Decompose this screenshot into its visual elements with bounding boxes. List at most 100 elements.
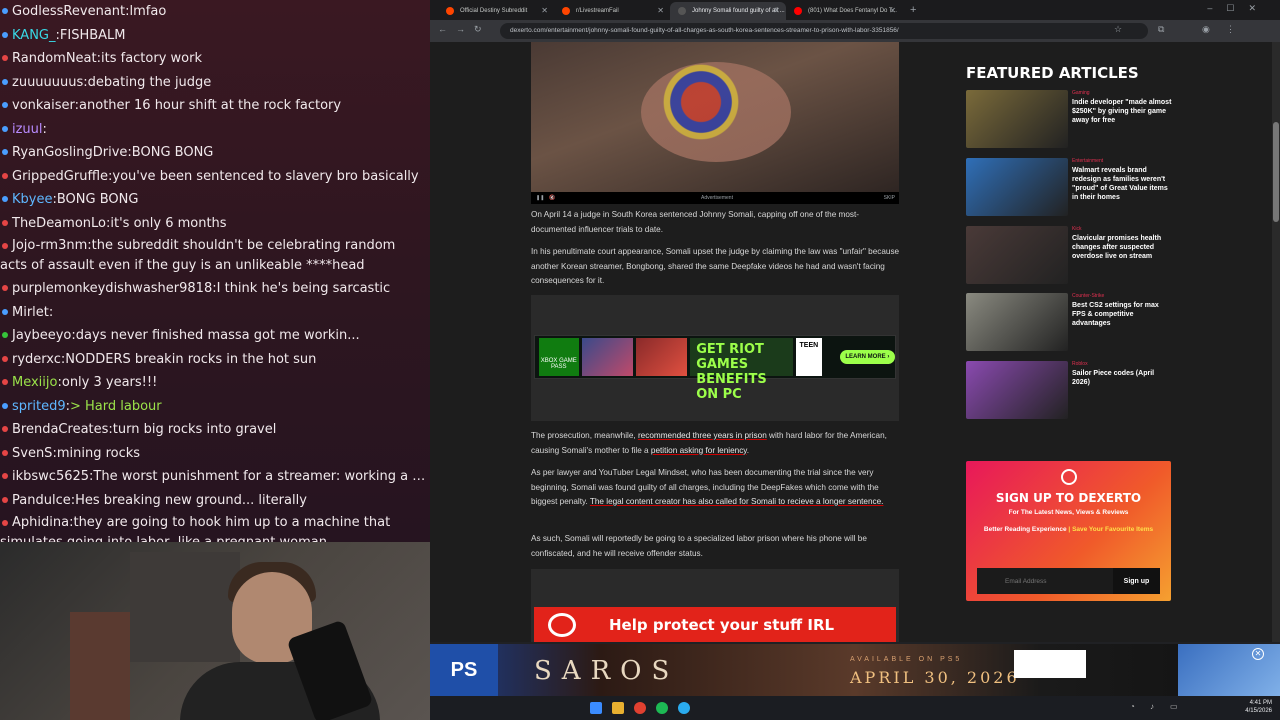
chat-username[interactable]: Mexiijo bbox=[12, 375, 57, 390]
chat-text: you've been sentenced to slavery bro bas… bbox=[112, 168, 419, 184]
badge-icon bbox=[2, 55, 8, 61]
featured-article-card[interactable]: Entertainment Walmart reveals brand redes… bbox=[966, 158, 1172, 218]
longer-sentence-link[interactable]: The legal content creator has also calle… bbox=[590, 497, 884, 506]
article-thumbnail[interactable] bbox=[966, 226, 1068, 284]
chat-username[interactable]: TheDeamonLo bbox=[12, 216, 106, 231]
article-thumbnail[interactable] bbox=[966, 293, 1068, 351]
recommended-link[interactable]: recommended three years in prison bbox=[638, 431, 767, 440]
featured-article-card[interactable]: Kick Clavicular promises health changes a… bbox=[966, 226, 1172, 286]
article-title[interactable]: Clavicular promises health changes after… bbox=[1072, 234, 1172, 261]
close-tab-icon[interactable]: ✕ bbox=[773, 2, 780, 20]
back-icon[interactable]: ← bbox=[438, 24, 447, 34]
browser-window: Official Destiny Subreddit ✕ r/Livestream… bbox=[430, 0, 1280, 720]
chat-username[interactable]: GrippedGruffle bbox=[12, 169, 108, 184]
menu-icon[interactable]: ⋮ bbox=[1226, 24, 1235, 35]
scrollbar-thumb[interactable] bbox=[1273, 122, 1279, 222]
clock[interactable]: 4:41 PM 4/15/2026 bbox=[1245, 699, 1272, 715]
sound-icon[interactable]: ♪ bbox=[1150, 702, 1154, 711]
chat-username[interactable]: SvenS bbox=[12, 446, 52, 461]
chat-username[interactable]: izuul bbox=[12, 122, 43, 137]
chat-username[interactable]: ryderxc bbox=[12, 352, 61, 367]
chat-username[interactable]: Jaybeeyo bbox=[12, 328, 71, 343]
chat-username[interactable]: Kbyee bbox=[12, 192, 52, 207]
learn-more-button[interactable]: LEARN MORE › bbox=[839, 350, 895, 364]
chat-username[interactable]: BrendaCreates bbox=[12, 422, 108, 437]
article-thumbnail[interactable] bbox=[966, 361, 1068, 419]
article-category: Entertainment bbox=[1072, 158, 1104, 164]
insurance-ad[interactable]: Help protect your stuff IRL bbox=[534, 607, 896, 642]
battery-icon[interactable]: ▭ bbox=[1170, 702, 1178, 711]
chat-username[interactable]: Jojo-rm3nm bbox=[12, 238, 87, 253]
separator: : bbox=[48, 304, 54, 320]
perk-text: Better Reading Experience bbox=[983, 526, 1067, 533]
chat-message: Aphidina:they are going to hook him up t… bbox=[0, 512, 430, 542]
xbox-logo: XBOX GAME PASS bbox=[539, 338, 579, 376]
signup-button[interactable]: Sign up bbox=[1113, 568, 1160, 594]
tab-destiny-subreddit[interactable]: Official Destiny Subreddit ✕ bbox=[438, 2, 554, 20]
chat-username[interactable]: ikbswc5625 bbox=[12, 469, 89, 484]
tab-johnny-somali[interactable]: Johnny Somali found guilty of all ... ✕ bbox=[670, 2, 786, 20]
mute-icon[interactable]: 🔇 bbox=[549, 192, 555, 204]
extension-icon[interactable]: ⧉ bbox=[1158, 24, 1164, 35]
chat-username[interactable]: Aphidina bbox=[12, 515, 69, 530]
skip-button[interactable]: SKIP bbox=[884, 192, 895, 204]
wifi-icon[interactable]: ◔ bbox=[1130, 702, 1135, 711]
tab-livestreamfail[interactable]: r/LivestreamFail ✕ bbox=[554, 2, 670, 20]
article-thumbnail[interactable] bbox=[966, 90, 1068, 148]
reload-icon[interactable]: ↻ bbox=[474, 24, 482, 35]
chat-username[interactable]: zuuuuuuus bbox=[12, 75, 83, 90]
profile-icon[interactable]: ◉ bbox=[1202, 24, 1210, 35]
file-explorer-icon[interactable] bbox=[612, 702, 624, 714]
chat-username[interactable]: purplemonkeydishwasher9818 bbox=[12, 281, 212, 296]
article-thumbnail[interactable] bbox=[966, 158, 1068, 216]
article-title[interactable]: Indie developer "made almost $250K" by g… bbox=[1072, 98, 1172, 125]
close-ad-icon[interactable]: ✕ bbox=[1252, 648, 1264, 660]
article-title[interactable]: Best CS2 settings for max FPS & competit… bbox=[1072, 301, 1172, 328]
close-tab-icon[interactable]: ✕ bbox=[541, 2, 548, 20]
email-field[interactable] bbox=[977, 568, 1113, 594]
saros-ad-banner[interactable]: PS SAROS AVAILABLE ON PS5 APRIL 30, 2026… bbox=[430, 644, 1280, 696]
badge-icon bbox=[2, 125, 8, 132]
close-tab-icon[interactable]: ✕ bbox=[657, 2, 664, 20]
new-tab-icon[interactable]: + bbox=[910, 4, 916, 16]
featured-article-card[interactable]: Counter-Strike Best CS2 settings for max … bbox=[966, 293, 1172, 353]
chat-username[interactable]: GodlessRevenant bbox=[12, 4, 125, 19]
scrollbar[interactable] bbox=[1272, 42, 1280, 642]
close-tab-icon[interactable]: ✕ bbox=[889, 2, 896, 20]
telegram-icon[interactable] bbox=[678, 702, 690, 714]
chat-username[interactable]: sprited9 bbox=[12, 399, 66, 414]
text: The prosecution, meanwhile, bbox=[531, 431, 638, 440]
chat-username[interactable]: vonkaiser bbox=[12, 98, 75, 113]
chat-username[interactable]: KANG_ bbox=[12, 28, 56, 43]
chat-username[interactable]: RyanGoslingDrive bbox=[12, 145, 127, 160]
riot-games-ad[interactable]: XBOX GAME PASS GET RIOT GAMES BENEFITS O… bbox=[534, 335, 896, 402]
badge-icon bbox=[2, 473, 8, 479]
chat-username[interactable]: Pandulce bbox=[12, 493, 71, 508]
chrome-icon[interactable] bbox=[634, 702, 646, 714]
petition-link[interactable]: petition asking for leniency bbox=[651, 446, 747, 455]
article-title[interactable]: Walmart reveals brand redesign as famili… bbox=[1072, 166, 1172, 202]
forward-icon[interactable]: → bbox=[456, 24, 465, 34]
toy-figure bbox=[70, 612, 130, 720]
bookmark-star-icon[interactable]: ☆ bbox=[1114, 24, 1122, 35]
release-date: APRIL 30, 2026 bbox=[850, 668, 1020, 687]
esrb-rating bbox=[1014, 650, 1086, 678]
chat-message: vonkaiser:another 16 hour shift at the r… bbox=[0, 94, 430, 118]
pause-icon[interactable]: ❚❚ bbox=[536, 192, 544, 204]
spotify-icon[interactable] bbox=[656, 702, 668, 714]
tab-youtube[interactable]: (801) What Does Fentanyl Do T... ✕ bbox=[786, 2, 902, 20]
video-player[interactable] bbox=[531, 42, 899, 204]
paragraph: In his penultimate court appearance, Som… bbox=[531, 247, 900, 285]
chat-username[interactable]: Mirlet bbox=[12, 305, 49, 320]
paragraph: As such, Somali will reportedly be going… bbox=[531, 534, 867, 558]
featured-article-card[interactable]: Roblox Sailor Piece codes (April 2026) bbox=[966, 361, 1172, 421]
article-title[interactable]: Sailor Piece codes (April 2026) bbox=[1072, 369, 1172, 387]
window-controls[interactable]: –☐✕ bbox=[1207, 3, 1270, 14]
chat-username[interactable]: RandomNeat bbox=[12, 51, 97, 66]
featured-article-card[interactable]: Gaming Indie developer "made almost $250K… bbox=[966, 90, 1172, 150]
windows-start-icon[interactable] bbox=[590, 702, 602, 714]
chat-message: RyanGoslingDrive:BONG BONG bbox=[0, 141, 430, 165]
chat-message: Pandulce:Hes breaking new ground... lite… bbox=[0, 489, 430, 513]
signup-form: Sign up bbox=[977, 568, 1160, 594]
address-bar[interactable]: dexerto.com/entertainment/johnny-somali-… bbox=[500, 23, 1148, 39]
